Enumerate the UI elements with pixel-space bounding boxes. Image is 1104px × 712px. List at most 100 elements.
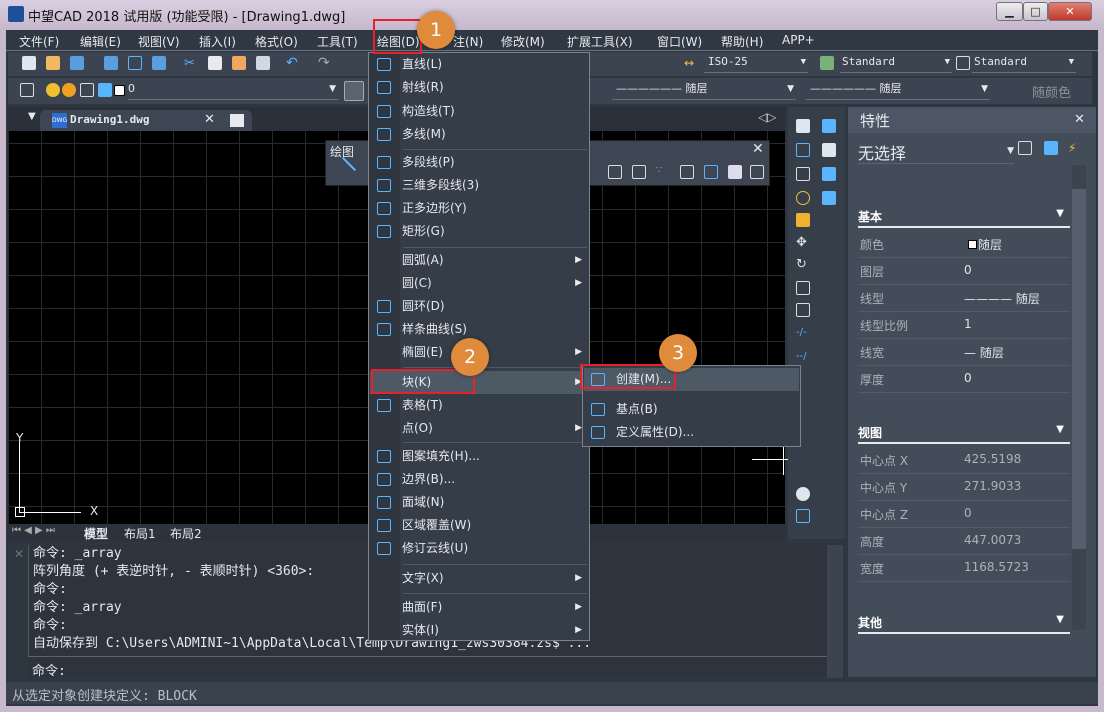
draw-menu-item[interactable]: 多线(M) (370, 123, 588, 146)
cut-icon[interactable]: ✂ (184, 56, 198, 70)
draw-menu-item[interactable]: 边界(B)... (370, 468, 588, 491)
menu-dimension[interactable]: 注(N) (453, 33, 483, 50)
floating-toolbar-close[interactable]: ✕ (752, 141, 764, 157)
draw-menu-item[interactable]: 直线(L) (370, 53, 588, 76)
move-icon[interactable]: ✥ (796, 235, 810, 249)
menu-edit[interactable]: 编辑(E) (80, 33, 121, 50)
property-row[interactable]: 线宽— 随层 (858, 339, 1070, 366)
menu-modify[interactable]: 修改(M) (501, 33, 545, 50)
undo-icon[interactable]: ↶ (286, 55, 300, 69)
draw-menu-item[interactable]: 实体(I)▶ (370, 619, 588, 642)
new-file-icon[interactable] (22, 56, 36, 70)
layout-tab-layout1[interactable]: 布局1 (124, 525, 156, 542)
draw-menu-item[interactable]: 点(O)▶ (370, 417, 588, 440)
layer-manager-icon[interactable] (20, 83, 34, 97)
draw-menu-item[interactable]: 正多边形(Y) (370, 197, 588, 220)
stretch-icon[interactable] (796, 303, 810, 317)
plot-preview-icon[interactable] (128, 56, 142, 70)
region-tool-icon[interactable] (704, 165, 718, 179)
join-icon[interactable] (796, 487, 810, 501)
menu-insert[interactable]: 插入(I) (199, 33, 236, 50)
linetype-select[interactable]: —————— 随层 (612, 80, 796, 100)
quick-select-icon[interactable]: ⚡ (1068, 141, 1082, 155)
open-folder-icon[interactable] (46, 56, 60, 70)
menu-app-plus[interactable]: APP+ (782, 33, 815, 47)
layout-tab-model[interactable]: 模型 (84, 525, 108, 542)
tab-list-dropdown-icon[interactable]: ▼ (28, 111, 36, 122)
draw-menu-item[interactable]: 图案填充(H)... (370, 445, 588, 468)
draw-menu-item[interactable]: 圆(C)▶ (370, 272, 588, 295)
draw-menu-item[interactable]: 曲面(F)▶ (370, 596, 588, 619)
explode-icon[interactable] (822, 191, 836, 205)
layer-unlock-icon[interactable] (98, 83, 112, 97)
fillet-icon[interactable] (796, 191, 810, 205)
array-icon[interactable] (822, 167, 836, 181)
property-row[interactable]: 线型———— 随层 (858, 285, 1070, 312)
rotate-icon[interactable]: ↻ (796, 257, 810, 271)
property-row[interactable]: 中心点 Z0 (858, 501, 1070, 528)
toggle-pickadd-icon[interactable] (1018, 141, 1032, 155)
section-header[interactable]: 其他 (858, 614, 1070, 634)
property-row[interactable]: 中心点 X425.5198 (858, 447, 1070, 474)
property-row[interactable]: 高度447.0073 (858, 528, 1070, 555)
draw-menu-item[interactable]: 表格(T) (370, 394, 588, 417)
menu-window[interactable]: 窗口(W) (657, 33, 702, 50)
table-style-select[interactable]: Standard (840, 53, 952, 73)
draw-menu-item[interactable]: 矩形(G) (370, 220, 588, 243)
draw-menu-item[interactable]: 多段线(P) (370, 151, 588, 174)
match-properties-icon[interactable] (256, 56, 270, 70)
command-scrollbar[interactable] (827, 545, 843, 678)
copy-icon[interactable] (208, 56, 222, 70)
mirror-icon[interactable] (822, 143, 836, 157)
make-block-icon[interactable] (632, 165, 646, 179)
properties-icon[interactable] (796, 509, 810, 523)
layout-tab-layout2[interactable]: 布局2 (170, 525, 202, 542)
maximize-button[interactable]: □ (1023, 2, 1048, 21)
property-row[interactable]: 中心点 Y271.9033 (858, 474, 1070, 501)
draw-menu-item[interactable]: 圆环(D) (370, 295, 588, 318)
draw-menu-item[interactable]: 文字(X)▶ (370, 567, 588, 590)
tab-drawing1[interactable]: DWG Drawing1.dwg ✕ (40, 110, 252, 131)
selection-select[interactable]: 无选择▼ (858, 140, 1014, 164)
layer-select[interactable]: 0 (128, 80, 338, 100)
layer-on-icon[interactable] (46, 83, 60, 97)
draw-menu-item[interactable]: 区域覆盖(W) (370, 514, 588, 537)
erase-icon[interactable] (796, 119, 810, 133)
properties-close-button[interactable]: ✕ (1074, 112, 1085, 127)
select-objects-icon[interactable] (1044, 141, 1058, 155)
scale-icon[interactable] (796, 281, 810, 295)
block-submenu-item[interactable]: 定义属性(D)... (584, 421, 799, 444)
draw-menu-item[interactable]: 射线(R) (370, 76, 588, 99)
close-window-button[interactable]: ✕ (1048, 2, 1092, 21)
layer-thaw-icon[interactable] (62, 83, 76, 97)
point-tool-icon[interactable]: ∵ (656, 165, 670, 179)
section-header[interactable]: 基本 (858, 208, 1070, 228)
properties-scrollbar-thumb[interactable] (1072, 189, 1086, 549)
close-tab-icon[interactable]: ✕ (204, 112, 215, 127)
section-header[interactable]: 视图 (858, 424, 1070, 444)
layout-nav-arrows[interactable]: ⏮ ◀ ▶ ⏭ (12, 525, 55, 536)
property-row[interactable]: 线型比例1 (858, 312, 1070, 339)
command-close-icon[interactable]: ✕ (14, 547, 24, 561)
property-row[interactable]: 宽度1168.5723 (858, 555, 1070, 582)
offset-icon[interactable] (796, 143, 810, 157)
paste-icon[interactable] (232, 56, 246, 70)
save-icon[interactable] (70, 56, 84, 70)
insert-block-icon[interactable] (608, 165, 622, 179)
menu-express-tools[interactable]: 扩展工具(X) (567, 33, 633, 50)
table-tool-icon[interactable] (728, 165, 742, 179)
multileader-style-select[interactable]: Standard (972, 53, 1076, 73)
trim-icon[interactable]: -/- (796, 327, 810, 341)
dim-style-select[interactable]: ISO-25 (704, 53, 808, 73)
draw-menu-item[interactable]: 修订云线(U) (370, 537, 588, 560)
menu-view[interactable]: 视图(V) (138, 33, 180, 50)
property-row[interactable]: 颜色随层 (858, 231, 1070, 258)
new-tab-icon[interactable] (230, 114, 244, 127)
menu-tools[interactable]: 工具(T) (317, 33, 358, 50)
copy-object-icon[interactable] (822, 119, 836, 133)
lineweight-select[interactable]: —————— 随层 (806, 80, 990, 100)
tab-scroll-arrows[interactable]: ◁▷ (758, 110, 776, 124)
hatch-tool-icon[interactable] (680, 165, 694, 179)
layer-previous-icon[interactable] (344, 81, 364, 101)
extend-icon[interactable]: --/ (796, 351, 810, 365)
